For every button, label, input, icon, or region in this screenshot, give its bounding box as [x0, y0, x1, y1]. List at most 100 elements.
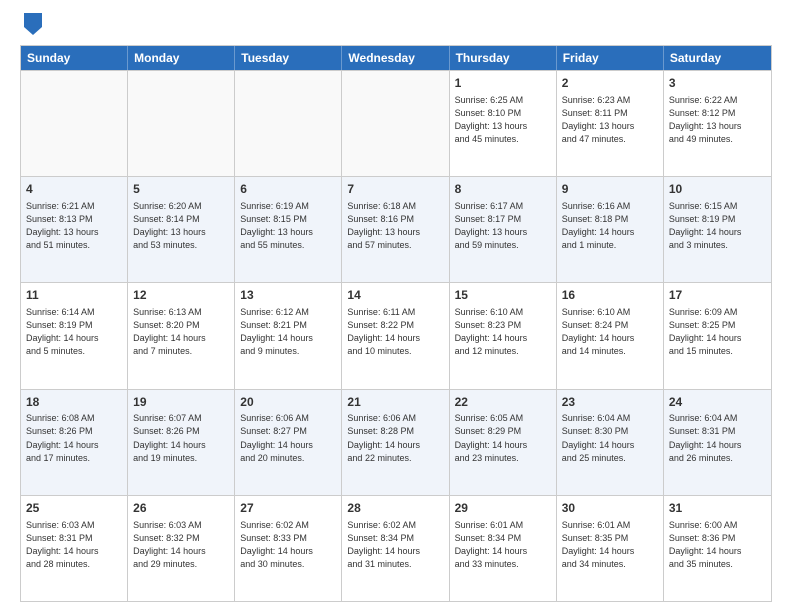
cell-info: Sunrise: 6:02 AM Sunset: 8:34 PM Dayligh… — [347, 519, 443, 571]
day-number: 9 — [562, 181, 658, 198]
day-number: 7 — [347, 181, 443, 198]
day-number: 10 — [669, 181, 766, 198]
day-number: 12 — [133, 287, 229, 304]
day-number: 6 — [240, 181, 336, 198]
calendar-cell — [342, 71, 449, 176]
cell-info: Sunrise: 6:06 AM Sunset: 8:27 PM Dayligh… — [240, 412, 336, 464]
calendar-cell: 31Sunrise: 6:00 AM Sunset: 8:36 PM Dayli… — [664, 496, 771, 601]
cell-info: Sunrise: 6:25 AM Sunset: 8:10 PM Dayligh… — [455, 94, 551, 146]
calendar-row-5: 25 Sunrise: 6:03 AM Sunset: 8:31 PM Dayli… — [21, 495, 771, 601]
cell-info: Sunrise: 6:10 AM Sunset: 8:23 PM Dayligh… — [455, 306, 551, 358]
calendar-cell: 12Sunrise: 6:13 AM Sunset: 8:20 PM Dayli… — [128, 283, 235, 388]
day-number: 19 — [133, 394, 229, 411]
cell-info: Sunrise: 6:23 AM Sunset: 8:11 PM Dayligh… — [562, 94, 658, 146]
cell-info: Sunrise: 6:15 AM Sunset: 8:19 PM Dayligh… — [669, 200, 766, 252]
cell-info: Sunrise: 6:07 AM Sunset: 8:26 PM Dayligh… — [133, 412, 229, 464]
cell-info: Sunrise: 6:18 AM Sunset: 8:16 PM Dayligh… — [347, 200, 443, 252]
cell-info: Sunrise: 6:04 AM Sunset: 8:31 PM Dayligh… — [669, 412, 766, 464]
calendar-header: Sunday Monday Tuesday Wednesday Thursday… — [21, 46, 771, 70]
calendar-cell: 2 Sunrise: 6:23 AM Sunset: 8:11 PM Daylig… — [557, 71, 664, 176]
day-number: 17 — [669, 287, 766, 304]
calendar-cell — [235, 71, 342, 176]
calendar-row-4: 18Sunrise: 6:08 AM Sunset: 8:26 PM Dayli… — [21, 389, 771, 495]
calendar-cell: 9 Sunrise: 6:16 AM Sunset: 8:18 PM Daylig… — [557, 177, 664, 282]
day-number: 5 — [133, 181, 229, 198]
calendar-cell: 23Sunrise: 6:04 AM Sunset: 8:30 PM Dayli… — [557, 390, 664, 495]
cell-info: Sunrise: 6:14 AM Sunset: 8:19 PM Dayligh… — [26, 306, 122, 358]
calendar-cell: 1 Sunrise: 6:25 AM Sunset: 8:10 PM Daylig… — [450, 71, 557, 176]
day-number: 29 — [455, 500, 551, 517]
calendar-cell — [21, 71, 128, 176]
calendar-cell: 13Sunrise: 6:12 AM Sunset: 8:21 PM Dayli… — [235, 283, 342, 388]
calendar-cell: 24Sunrise: 6:04 AM Sunset: 8:31 PM Dayli… — [664, 390, 771, 495]
calendar-cell: 14 Sunrise: 6:11 AM Sunset: 8:22 PM Dayli… — [342, 283, 449, 388]
day-number: 8 — [455, 181, 551, 198]
day-number: 22 — [455, 394, 551, 411]
calendar-cell: 19Sunrise: 6:07 AM Sunset: 8:26 PM Dayli… — [128, 390, 235, 495]
calendar-cell: 20Sunrise: 6:06 AM Sunset: 8:27 PM Dayli… — [235, 390, 342, 495]
cell-info: Sunrise: 6:04 AM Sunset: 8:30 PM Dayligh… — [562, 412, 658, 464]
cell-info: Sunrise: 6:22 AM Sunset: 8:12 PM Dayligh… — [669, 94, 766, 146]
cell-info: Sunrise: 6:10 AM Sunset: 8:24 PM Dayligh… — [562, 306, 658, 358]
calendar-row-2: 4 Sunrise: 6:21 AM Sunset: 8:13 PM Daylig… — [21, 176, 771, 282]
day-number: 18 — [26, 394, 122, 411]
cell-info: Sunrise: 6:12 AM Sunset: 8:21 PM Dayligh… — [240, 306, 336, 358]
calendar-cell: 16 Sunrise: 6:10 AM Sunset: 8:24 PM Dayli… — [557, 283, 664, 388]
header — [20, 15, 772, 35]
calendar-body: 1 Sunrise: 6:25 AM Sunset: 8:10 PM Daylig… — [21, 70, 771, 601]
weekday-wednesday: Wednesday — [342, 46, 449, 70]
cell-info: Sunrise: 6:05 AM Sunset: 8:29 PM Dayligh… — [455, 412, 551, 464]
day-number: 4 — [26, 181, 122, 198]
logo-icon — [24, 13, 42, 35]
calendar-cell: 30Sunrise: 6:01 AM Sunset: 8:35 PM Dayli… — [557, 496, 664, 601]
cell-info: Sunrise: 6:11 AM Sunset: 8:22 PM Dayligh… — [347, 306, 443, 358]
cell-info: Sunrise: 6:00 AM Sunset: 8:36 PM Dayligh… — [669, 519, 766, 571]
logo-text — [20, 15, 42, 35]
day-number: 14 — [347, 287, 443, 304]
cell-info: Sunrise: 6:06 AM Sunset: 8:28 PM Dayligh… — [347, 412, 443, 464]
calendar-row-1: 1 Sunrise: 6:25 AM Sunset: 8:10 PM Daylig… — [21, 70, 771, 176]
weekday-tuesday: Tuesday — [235, 46, 342, 70]
calendar-cell: 5 Sunrise: 6:20 AM Sunset: 8:14 PM Daylig… — [128, 177, 235, 282]
cell-info: Sunrise: 6:08 AM Sunset: 8:26 PM Dayligh… — [26, 412, 122, 464]
calendar-cell: 18Sunrise: 6:08 AM Sunset: 8:26 PM Dayli… — [21, 390, 128, 495]
day-number: 15 — [455, 287, 551, 304]
calendar-cell: 28 Sunrise: 6:02 AM Sunset: 8:34 PM Dayli… — [342, 496, 449, 601]
day-number: 1 — [455, 75, 551, 92]
cell-info: Sunrise: 6:20 AM Sunset: 8:14 PM Dayligh… — [133, 200, 229, 252]
calendar-cell: 6Sunrise: 6:19 AM Sunset: 8:15 PM Daylig… — [235, 177, 342, 282]
weekday-friday: Friday — [557, 46, 664, 70]
day-number: 21 — [347, 394, 443, 411]
cell-info: Sunrise: 6:02 AM Sunset: 8:33 PM Dayligh… — [240, 519, 336, 571]
calendar-cell: 11 Sunrise: 6:14 AM Sunset: 8:19 PM Dayli… — [21, 283, 128, 388]
day-number: 25 — [26, 500, 122, 517]
calendar-cell: 17 Sunrise: 6:09 AM Sunset: 8:25 PM Dayli… — [664, 283, 771, 388]
calendar-cell: 15 Sunrise: 6:10 AM Sunset: 8:23 PM Dayli… — [450, 283, 557, 388]
cell-info: Sunrise: 6:01 AM Sunset: 8:35 PM Dayligh… — [562, 519, 658, 571]
day-number: 11 — [26, 287, 122, 304]
calendar: Sunday Monday Tuesday Wednesday Thursday… — [20, 45, 772, 602]
day-number: 16 — [562, 287, 658, 304]
calendar-cell: 27Sunrise: 6:02 AM Sunset: 8:33 PM Dayli… — [235, 496, 342, 601]
day-number: 23 — [562, 394, 658, 411]
logo — [20, 15, 42, 35]
cell-info: Sunrise: 6:21 AM Sunset: 8:13 PM Dayligh… — [26, 200, 122, 252]
cell-info: Sunrise: 6:09 AM Sunset: 8:25 PM Dayligh… — [669, 306, 766, 358]
calendar-cell: 22Sunrise: 6:05 AM Sunset: 8:29 PM Dayli… — [450, 390, 557, 495]
calendar-cell: 26Sunrise: 6:03 AM Sunset: 8:32 PM Dayli… — [128, 496, 235, 601]
calendar-row-3: 11 Sunrise: 6:14 AM Sunset: 8:19 PM Dayli… — [21, 282, 771, 388]
day-number: 28 — [347, 500, 443, 517]
cell-info: Sunrise: 6:16 AM Sunset: 8:18 PM Dayligh… — [562, 200, 658, 252]
calendar-cell: 8Sunrise: 6:17 AM Sunset: 8:17 PM Daylig… — [450, 177, 557, 282]
calendar-cell: 10 Sunrise: 6:15 AM Sunset: 8:19 PM Dayli… — [664, 177, 771, 282]
cell-info: Sunrise: 6:03 AM Sunset: 8:32 PM Dayligh… — [133, 519, 229, 571]
calendar-cell: 4 Sunrise: 6:21 AM Sunset: 8:13 PM Daylig… — [21, 177, 128, 282]
weekday-sunday: Sunday — [21, 46, 128, 70]
calendar-cell: 21Sunrise: 6:06 AM Sunset: 8:28 PM Dayli… — [342, 390, 449, 495]
cell-info: Sunrise: 6:03 AM Sunset: 8:31 PM Dayligh… — [26, 519, 122, 571]
calendar-cell: 3Sunrise: 6:22 AM Sunset: 8:12 PM Daylig… — [664, 71, 771, 176]
cell-info: Sunrise: 6:01 AM Sunset: 8:34 PM Dayligh… — [455, 519, 551, 571]
weekday-saturday: Saturday — [664, 46, 771, 70]
calendar-cell: 25 Sunrise: 6:03 AM Sunset: 8:31 PM Dayli… — [21, 496, 128, 601]
day-number: 2 — [562, 75, 658, 92]
